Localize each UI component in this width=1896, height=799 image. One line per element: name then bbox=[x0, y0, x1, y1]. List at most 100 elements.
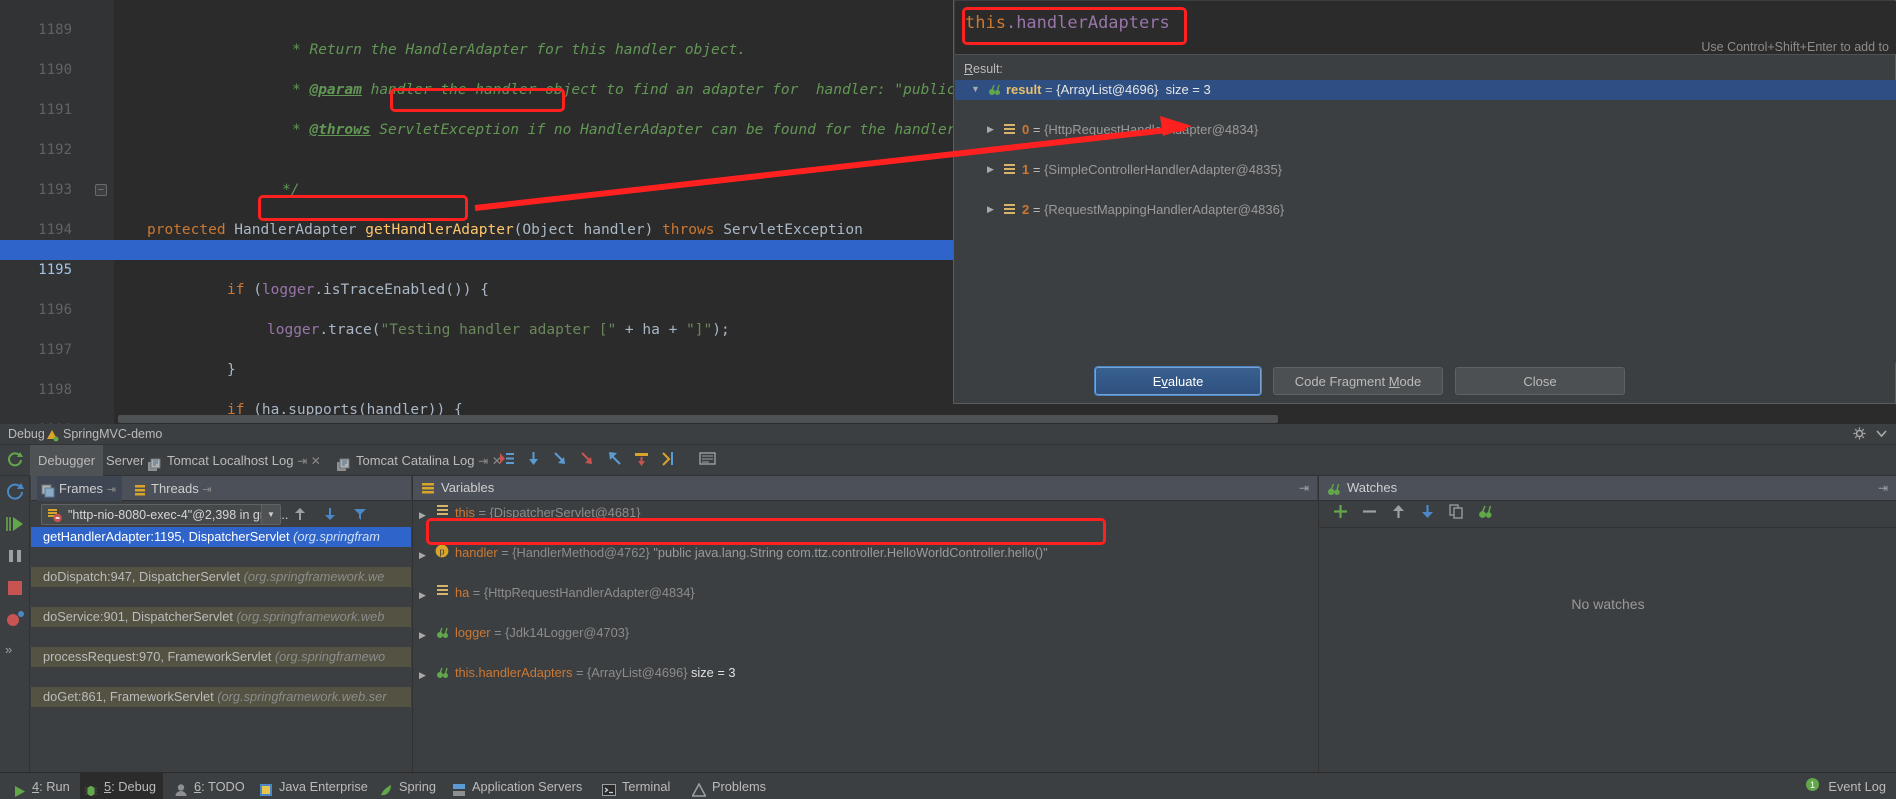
run-to-cursor-icon[interactable] bbox=[660, 450, 677, 472]
copy-icon[interactable] bbox=[1449, 504, 1464, 524]
tree-row[interactable]: ▶ 2 = {RequestMappingHandlerAdapter@4836… bbox=[955, 200, 1896, 220]
variable-row[interactable]: ▶ this.handlerAdapters = {ArrayList@4696… bbox=[413, 661, 1318, 681]
tab-tomcat-localhost-log[interactable]: Tomcat Localhost Log ⇥ ✕ bbox=[145, 445, 329, 476]
expand-twisty-icon[interactable]: ▶ bbox=[987, 164, 994, 175]
expression-input[interactable]: this.handlerAdapters bbox=[965, 13, 1170, 33]
expand-twisty-icon[interactable]: ▼ bbox=[971, 84, 980, 94]
step-out-icon[interactable] bbox=[606, 450, 623, 472]
status-label: Spring bbox=[399, 779, 436, 794]
frame-package: (org.springframewo bbox=[274, 649, 386, 664]
status-event-log[interactable]: 1 Event Log bbox=[1805, 773, 1886, 799]
debug-tool-window[interactable]: Debug SpringMVC-demo Debugger Server Tom… bbox=[0, 424, 1896, 772]
force-step-into-icon[interactable] bbox=[579, 450, 596, 472]
debug-window-header-icons[interactable] bbox=[1853, 427, 1888, 443]
editor-horizontal-scrollbar[interactable] bbox=[0, 414, 1280, 424]
expand-twisty-icon[interactable]: ▶ bbox=[987, 204, 994, 215]
result-tree[interactable]: ▼ result = {ArrayList@4696} size = 3 ▶ 0… bbox=[955, 80, 1896, 363]
tab-pin-icon[interactable]: ⇥ bbox=[478, 454, 488, 468]
status-terminal[interactable]: Terminal bbox=[598, 773, 677, 799]
variables-list[interactable]: ▶ this = {DispatcherServlet@4681} ▶ p ha… bbox=[413, 501, 1318, 772]
up-icon[interactable] bbox=[1391, 504, 1406, 524]
expand-twisty-icon[interactable]: ▶ bbox=[419, 625, 426, 645]
settings-icon[interactable]: ⇥ bbox=[1299, 481, 1309, 495]
pause-program-icon[interactable] bbox=[5, 546, 25, 566]
gear-icon[interactable] bbox=[1853, 427, 1866, 443]
expand-twisty-icon[interactable]: ▶ bbox=[419, 585, 426, 605]
tree-row[interactable]: ▶ 1 = {SimpleControllerHandlerAdapter@48… bbox=[955, 160, 1896, 180]
thread-combo-box[interactable]: "http-nio-8080-exec-4"@2,398 in grou... … bbox=[41, 504, 288, 525]
move-up-icon[interactable] bbox=[293, 507, 307, 526]
variable-value: = {HandlerMethod@4762} bbox=[497, 545, 654, 560]
stop-program-icon[interactable] bbox=[5, 578, 25, 598]
fold-marker-icon[interactable]: – bbox=[95, 184, 107, 196]
step-over-icon[interactable] bbox=[525, 450, 542, 472]
tab-debugger[interactable]: Debugger bbox=[30, 445, 104, 476]
frames-pane[interactable]: Frames ⇥ Threads ⇥ "http-nio-8080-exec-4… bbox=[31, 476, 411, 772]
frame-row[interactable]: doService:901, DispatcherServlet (org.sp… bbox=[31, 607, 411, 627]
watches-toolbar[interactable] bbox=[1319, 501, 1896, 528]
watches-pane[interactable]: Watches ⇥ No watches bbox=[1318, 476, 1896, 772]
status-todo[interactable]: 6: TODO bbox=[170, 773, 252, 799]
watch-icon[interactable] bbox=[1478, 504, 1493, 524]
scrollbar-thumb[interactable] bbox=[118, 415, 1278, 423]
hide-icon[interactable] bbox=[1875, 427, 1888, 443]
debug-step-toolbar[interactable] bbox=[498, 449, 716, 472]
close-button[interactable]: Close bbox=[1455, 367, 1625, 395]
status-java-enterprise[interactable]: Java Enterprise bbox=[255, 773, 375, 799]
frame-package: (org.springframework.web.ser bbox=[217, 689, 387, 704]
resume-program-icon[interactable] bbox=[5, 514, 25, 534]
result-size: size = 3 bbox=[1165, 82, 1211, 97]
frame-row[interactable]: doGet:861, FrameworkServlet (org.springf… bbox=[31, 687, 411, 707]
status-spring[interactable]: Spring bbox=[375, 773, 443, 799]
frame-row[interactable]: processRequest:970, FrameworkServlet (or… bbox=[31, 647, 411, 667]
remove-icon[interactable] bbox=[1362, 504, 1377, 524]
step-into-icon[interactable] bbox=[552, 450, 569, 472]
expand-twisty-icon[interactable]: ▶ bbox=[987, 124, 994, 135]
tab-tomcat-catalina-log[interactable]: Tomcat Catalina Log ⇥ ✕ bbox=[334, 445, 510, 476]
more-options-icon[interactable]: » bbox=[5, 642, 25, 662]
tab-threads[interactable]: Threads ⇥ bbox=[129, 476, 218, 501]
show-execution-point-icon[interactable] bbox=[498, 450, 515, 472]
tab-frames[interactable]: Frames ⇥ bbox=[37, 476, 122, 501]
thread-selector-bar[interactable]: "http-nio-8080-exec-4"@2,398 in grou... … bbox=[31, 501, 411, 527]
add-icon[interactable] bbox=[1333, 504, 1348, 524]
evaluate-expression-icon[interactable] bbox=[699, 450, 716, 472]
status-problems[interactable]: Problems bbox=[688, 773, 773, 799]
view-breakpoints-icon[interactable] bbox=[5, 610, 25, 630]
variable-row[interactable]: ▶ this = {DispatcherServlet@4681} bbox=[413, 501, 1318, 521]
rerun-session-icon[interactable] bbox=[5, 482, 25, 502]
variables-pane[interactable]: Variables ⇥ ▶ this = {DispatcherServlet@… bbox=[412, 476, 1317, 772]
object-icon bbox=[437, 505, 448, 517]
debug-session-toolbar[interactable]: » bbox=[0, 476, 30, 772]
status-bar[interactable]: 4: Run 5: Debug 6: TODO Java Enterprise … bbox=[0, 772, 1896, 799]
debug-tab-row[interactable]: Debugger Server Tomcat Localhost Log ⇥ ✕… bbox=[0, 445, 1896, 476]
frame-row[interactable]: getHandlerAdapter:1195, DispatcherServle… bbox=[31, 527, 411, 547]
frame-row[interactable]: doDispatch:947, DispatcherServlet (org.s… bbox=[31, 567, 411, 587]
drop-frame-icon[interactable] bbox=[633, 450, 650, 472]
frame-list[interactable]: getHandlerAdapter:1195, DispatcherServle… bbox=[31, 527, 411, 772]
tab-pin-icon[interactable]: ⇥ bbox=[297, 454, 307, 468]
chevron-down-icon[interactable]: ▼ bbox=[261, 505, 280, 524]
rerun-icon[interactable] bbox=[6, 451, 24, 474]
fragment-pre: Code Fragment bbox=[1294, 373, 1389, 389]
code-fragment-mode-button[interactable]: Code Fragment Mode bbox=[1273, 367, 1443, 395]
status-application-servers[interactable]: Application Servers bbox=[448, 773, 589, 799]
status-debug[interactable]: 5: Debug bbox=[80, 773, 163, 799]
expand-twisty-icon[interactable]: ▶ bbox=[419, 505, 426, 525]
expand-twisty-icon[interactable]: ▶ bbox=[419, 665, 426, 685]
settings-icon[interactable]: ⇥ bbox=[1878, 481, 1888, 495]
tree-row[interactable]: ▼ result = {ArrayList@4696} size = 3 bbox=[955, 80, 1896, 100]
filter-icon[interactable] bbox=[353, 507, 367, 526]
expand-twisty-icon[interactable]: ▶ bbox=[419, 545, 426, 565]
move-down-icon[interactable] bbox=[323, 507, 337, 526]
variable-row[interactable]: ▶ p handler = {HandlerMethod@4762} "publ… bbox=[413, 541, 1318, 561]
evaluate-button[interactable]: Evaluate bbox=[1094, 366, 1262, 396]
evaluate-expression-dialog[interactable]: this.handlerAdapters Use Control+Shift+E… bbox=[953, 0, 1896, 404]
variable-row[interactable]: ▶ ha = {HttpRequestHandlerAdapter@4834} bbox=[413, 581, 1318, 601]
tree-row[interactable]: ▶ 0 = {HttpRequestHandlerAdapter@4834} bbox=[955, 120, 1896, 140]
down-icon[interactable] bbox=[1420, 504, 1435, 524]
frame-method: doService:901, DispatcherServlet bbox=[43, 609, 237, 624]
close-icon[interactable]: ✕ bbox=[311, 454, 321, 468]
variable-row[interactable]: ▶ logger = {Jdk14Logger@4703} bbox=[413, 621, 1318, 641]
status-run[interactable]: 4: Run bbox=[10, 773, 77, 799]
